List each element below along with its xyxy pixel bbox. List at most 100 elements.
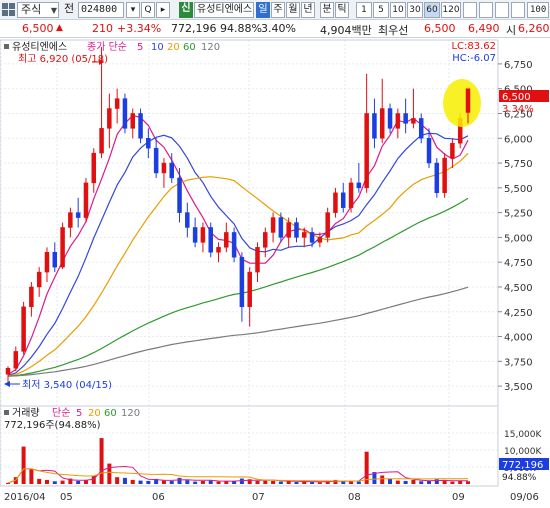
chart-config-button[interactable] — [463, 2, 477, 18]
price-tick-label: 5,000 — [504, 233, 533, 244]
volume-bar — [427, 480, 432, 484]
candle-body — [216, 247, 221, 253]
legend-stock-name: 유성티엔에스 — [12, 41, 67, 53]
interval-10-button[interactable]: 10 — [390, 2, 406, 18]
legend-ma20: 20 — [167, 42, 180, 53]
chart-split-button[interactable] — [479, 2, 493, 18]
volume-bar — [161, 480, 166, 484]
candle-count-input[interactable]: 100 — [527, 2, 549, 18]
stock-code-input[interactable]: 024800 — [78, 2, 124, 18]
volume-bar — [442, 480, 447, 484]
period-month-button[interactable]: 월 — [286, 2, 300, 18]
volume-legend-marker-icon — [4, 410, 9, 415]
candle-body — [302, 232, 307, 238]
candle-body — [348, 182, 354, 208]
interval-1-button[interactable]: 1 — [356, 2, 372, 18]
legend-ma10: 10 — [151, 42, 164, 53]
chart-more-button[interactable] — [511, 2, 525, 18]
candle-body — [325, 212, 330, 238]
price-tick-label: 3,500 — [504, 382, 533, 393]
volume-bar — [317, 482, 322, 484]
candle-body — [138, 113, 143, 139]
search-button[interactable]: Q — [141, 2, 155, 18]
date-tick-label: 2016/04 — [4, 492, 46, 503]
volume-bar — [395, 480, 400, 484]
volume-bar — [193, 481, 198, 484]
period-week-button[interactable]: 주 — [271, 2, 285, 18]
volume-bar — [255, 480, 260, 484]
candle-body — [68, 212, 73, 228]
volume-bar — [232, 481, 237, 484]
current-pct-tag: 3.34% — [502, 104, 534, 115]
volume-bar — [380, 475, 385, 484]
candle-body — [278, 217, 284, 238]
price-legend: 유성티엔에스 종가 단순 5 10 20 60 120 — [4, 41, 220, 53]
volume-bar — [263, 480, 268, 484]
trade-value: 4,904백만 — [320, 24, 372, 37]
candle-body — [255, 247, 260, 273]
price-tick-label: 4,500 — [504, 283, 533, 294]
volume-legend-title: 거래량 — [12, 407, 40, 419]
open-price: 6,260 — [518, 22, 550, 35]
market-select[interactable]: 주식 ▼ — [17, 2, 59, 18]
volume-bar — [271, 480, 276, 484]
candle-body — [122, 98, 128, 129]
interval-60-button[interactable]: 60 — [424, 2, 440, 18]
candle-body — [411, 118, 416, 124]
price-tick-label: 6,000 — [504, 134, 533, 145]
price-tick-label: 6,750 — [504, 60, 533, 71]
turnover-rate: 3.40% — [261, 22, 296, 35]
code-dropdown-button[interactable]: ▾ — [126, 2, 140, 18]
period-minute-button[interactable]: 분 — [320, 2, 334, 18]
period-day-button[interactable]: 일 — [256, 2, 270, 18]
price-tick-label: 4,250 — [504, 308, 533, 319]
candle-body — [36, 271, 42, 288]
interval-120-button[interactable]: 120 — [441, 2, 461, 18]
candle-body — [224, 232, 229, 248]
interval-30-button[interactable]: 30 — [407, 2, 423, 18]
volume-bar — [200, 480, 205, 484]
next-stock-button[interactable]: ▸ — [156, 2, 170, 18]
high-label: 최고 6,920 (05/18) — [18, 53, 108, 65]
candle-body — [403, 113, 408, 124]
candle-body — [161, 162, 167, 174]
volume-current-tag-text: 772,196 — [502, 460, 543, 471]
volume-bar — [60, 480, 65, 484]
chart-tool-button[interactable] — [495, 2, 509, 18]
volume-bar — [21, 446, 26, 484]
volume-value: 772,196 — [171, 22, 217, 35]
volume-bar — [107, 463, 112, 484]
candle-body — [434, 162, 440, 194]
candle-body — [21, 306, 26, 352]
candle-body — [379, 108, 385, 139]
current-price-tag-text: 6,500 — [502, 92, 531, 103]
stock-chart[interactable]: 유성티엔에스 종가 단순 5 10 20 60 120 LC:83.62 HC:… — [0, 38, 550, 508]
volume-bar — [37, 478, 42, 484]
price-tick-label: 3,750 — [504, 357, 533, 368]
grid-icon[interactable] — [2, 3, 15, 16]
volume-bar — [130, 479, 135, 484]
period-year-button[interactable]: 년 — [301, 2, 315, 18]
volume-bar — [310, 481, 315, 484]
volume-bar — [458, 480, 463, 484]
price-tick-label: 4,750 — [504, 258, 533, 269]
volume-bar — [419, 481, 424, 484]
candle-body — [372, 113, 377, 139]
candle-body — [294, 222, 299, 238]
toolbar: 주식 ▼ 전 024800 ▾ Q ▸ 신 유성티엔에스 일 주 월 년 분 틱 … — [0, 0, 550, 20]
volume-legend-ma120: 120 — [121, 408, 140, 419]
candle-body — [465, 88, 471, 113]
stock-name[interactable]: 유성티엔에스 — [194, 2, 254, 18]
date-tick-label: 09 — [452, 492, 465, 503]
volume-tick-label: 10,000K — [504, 447, 542, 457]
market-prefix: 전 — [63, 2, 75, 15]
volume-bar — [466, 481, 470, 484]
legend-marker-icon — [4, 44, 9, 49]
best-bid: 6,490 — [468, 22, 500, 35]
volume-bar — [239, 478, 244, 484]
candle-body — [83, 182, 89, 218]
candle-body — [426, 138, 432, 164]
candle-body — [114, 98, 120, 109]
interval-5-button[interactable]: 5 — [373, 2, 389, 18]
period-tick-button[interactable]: 틱 — [335, 2, 349, 18]
